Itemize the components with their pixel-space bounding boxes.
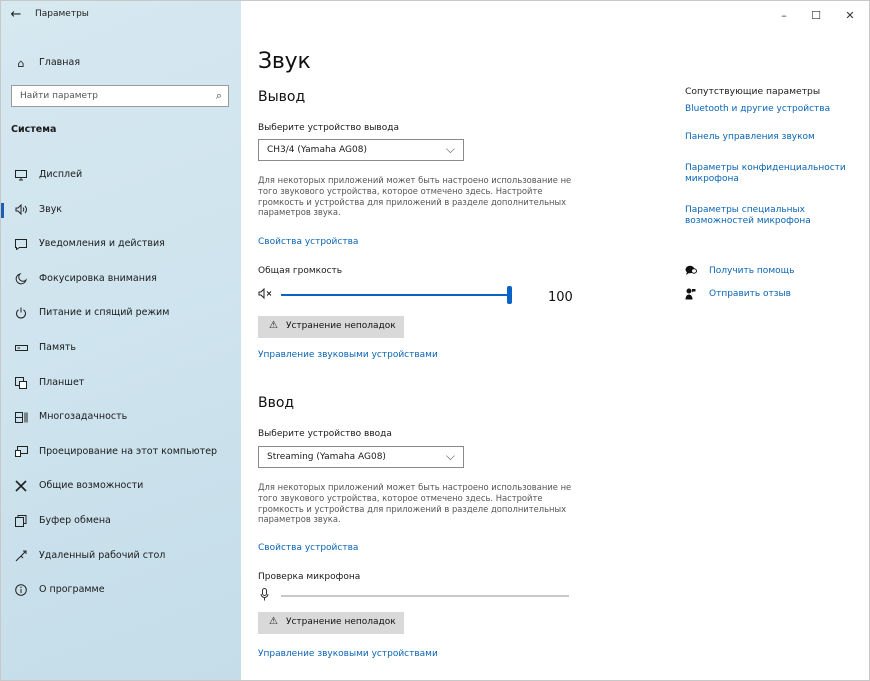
button-label: Устранение неполадок [286, 321, 396, 331]
input-properties-link[interactable]: Свойства устройства [258, 543, 358, 553]
sidebar-item-label: Планшет [39, 376, 85, 388]
sidebar-item-tablet[interactable]: Планшет [1, 366, 241, 401]
related-link-mic-accessibility[interactable]: Параметры специальных возможностей микро… [685, 205, 860, 227]
sidebar-item-shared[interactable]: Общие возможности [1, 469, 241, 504]
remote-desktop-icon [13, 548, 29, 564]
sidebar-item-label: Общие возможности [39, 480, 144, 492]
sidebar-item-label: Дисплей [39, 169, 83, 180]
volume-label: Общая громкость [258, 266, 343, 276]
chevron-down-icon: ⌵ [445, 142, 455, 156]
output-description: Для некоторых приложений может быть наст… [258, 175, 572, 218]
output-heading: Вывод [258, 89, 306, 105]
sidebar-item-sound[interactable]: Звук [1, 193, 241, 228]
sidebar-item-home[interactable]: ⌂ Главная [1, 51, 241, 75]
microphone-icon [260, 588, 269, 604]
sidebar-item-label: О программе [39, 584, 105, 596]
sidebar-item-label: Звук [39, 203, 63, 215]
input-device-value: Streaming (Yamaha AG08) [267, 452, 386, 462]
warning-icon: ⚠ [269, 320, 278, 331]
sidebar-item-clipboard[interactable]: Буфер обмена [1, 504, 241, 539]
chevron-down-icon: ⌵ [445, 449, 455, 463]
page-title: Звук [258, 49, 311, 74]
get-help-label: Получить помощь [709, 266, 795, 276]
chat-help-icon [685, 265, 697, 279]
sidebar-item-focus[interactable]: Фокусировка внимания [1, 262, 241, 297]
sidebar-item-notifications[interactable]: Уведомления и действия [1, 227, 241, 262]
sidebar-item-label: Проецирование на этот компьютер [39, 445, 218, 457]
sidebar-item-label: Питание и спящий режим [39, 307, 170, 319]
input-select-label: Выберите устройство ввода [258, 429, 392, 439]
sidebar-item-projecting[interactable]: Проецирование на этот компьютер [1, 435, 241, 470]
sidebar-item-multitasking[interactable]: Многозадачность [1, 400, 241, 435]
output-manage-link[interactable]: Управление звуковыми устройствами [258, 350, 438, 360]
input-troubleshoot-button[interactable]: ⚠ Устранение неполадок [258, 612, 404, 634]
speaker-mute-icon[interactable] [258, 287, 273, 302]
sidebar-item-display[interactable]: Дисплей [1, 158, 241, 193]
volume-slider-track[interactable] [281, 294, 509, 296]
shared-experiences-icon [13, 478, 29, 494]
sidebar-item-remote[interactable]: Удаленный рабочий стол [1, 539, 241, 574]
mic-level-meter [281, 595, 569, 597]
input-description: Для некоторых приложений может быть наст… [258, 482, 572, 525]
titlebar-left: ← Параметры [1, 1, 241, 31]
notification-icon [13, 236, 29, 252]
settings-window: ← Параметры ⌂ Главная ⌕ Система Дисплей [0, 0, 870, 681]
section-title: Система [11, 124, 57, 135]
search-input[interactable] [20, 89, 200, 103]
multitasking-icon [13, 409, 29, 425]
home-icon: ⌂ [17, 56, 25, 70]
sidebar-item-power[interactable]: Питание и спящий режим [1, 296, 241, 331]
tablet-icon [13, 375, 29, 391]
clipboard-icon [13, 513, 29, 529]
related-link-bluetooth[interactable]: Bluetooth и другие устройства [685, 104, 860, 115]
related-settings-title: Сопутствующие параметры [685, 86, 821, 97]
feedback-icon [685, 288, 696, 303]
speaker-icon [13, 202, 29, 218]
output-select-label: Выберите устройство вывода [258, 123, 399, 133]
send-feedback-label: Отправить отзыв [709, 289, 791, 299]
volume-slider-thumb[interactable] [507, 286, 512, 304]
output-troubleshoot-button[interactable]: ⚠ Устранение неполадок [258, 316, 404, 338]
button-label: Устранение неполадок [286, 617, 396, 627]
output-properties-link[interactable]: Свойства устройства [258, 237, 358, 247]
projecting-icon [13, 444, 29, 460]
arrow-left-icon[interactable]: ← [7, 6, 25, 24]
volume-value: 100 [548, 290, 573, 305]
input-manage-link[interactable]: Управление звуковыми устройствами [258, 649, 438, 659]
sidebar: ← Параметры ⌂ Главная ⌕ Система Дисплей [1, 1, 241, 680]
search-box[interactable]: ⌕ [11, 85, 229, 107]
related-link-sound-control-panel[interactable]: Панель управления звуком [685, 132, 860, 143]
sidebar-item-label: Память [39, 341, 76, 353]
sidebar-nav: Дисплей Звук Уведомления и действия Фоку… [1, 158, 241, 608]
power-icon [13, 305, 29, 321]
related-link-mic-privacy[interactable]: Параметры конфиденциальности микрофона [685, 163, 860, 185]
sidebar-item-label: Удаленный рабочий стол [39, 549, 166, 561]
output-device-dropdown[interactable]: CH3/4 (Yamaha AG08) ⌵ [258, 139, 464, 161]
storage-icon [13, 340, 29, 356]
display-icon [13, 167, 29, 183]
output-device-value: CH3/4 (Yamaha AG08) [267, 145, 367, 155]
warning-icon: ⚠ [269, 616, 278, 627]
input-device-dropdown[interactable]: Streaming (Yamaha AG08) ⌵ [258, 446, 464, 468]
app-title: Параметры [35, 9, 89, 19]
sidebar-item-label: Многозадачность [39, 411, 128, 423]
sidebar-item-label: Фокусировка внимания [39, 272, 157, 284]
input-heading: Ввод [258, 395, 295, 411]
main-content: Звук Вывод Выберите устройство вывода CH… [241, 1, 869, 680]
info-icon [13, 582, 29, 598]
sidebar-item-about[interactable]: О программе [1, 573, 241, 608]
search-icon[interactable]: ⌕ [216, 90, 222, 102]
get-help-link[interactable]: Получить помощь [685, 265, 865, 279]
sidebar-item-label: Буфер обмена [39, 514, 111, 526]
send-feedback-link[interactable]: Отправить отзыв [685, 288, 865, 302]
sidebar-item-storage[interactable]: Память [1, 331, 241, 366]
sidebar-item-label: Уведомления и действия [39, 238, 165, 250]
moon-icon [13, 271, 29, 287]
sidebar-item-label: Главная [39, 57, 81, 68]
mic-test-label: Проверка микрофона [258, 572, 361, 582]
